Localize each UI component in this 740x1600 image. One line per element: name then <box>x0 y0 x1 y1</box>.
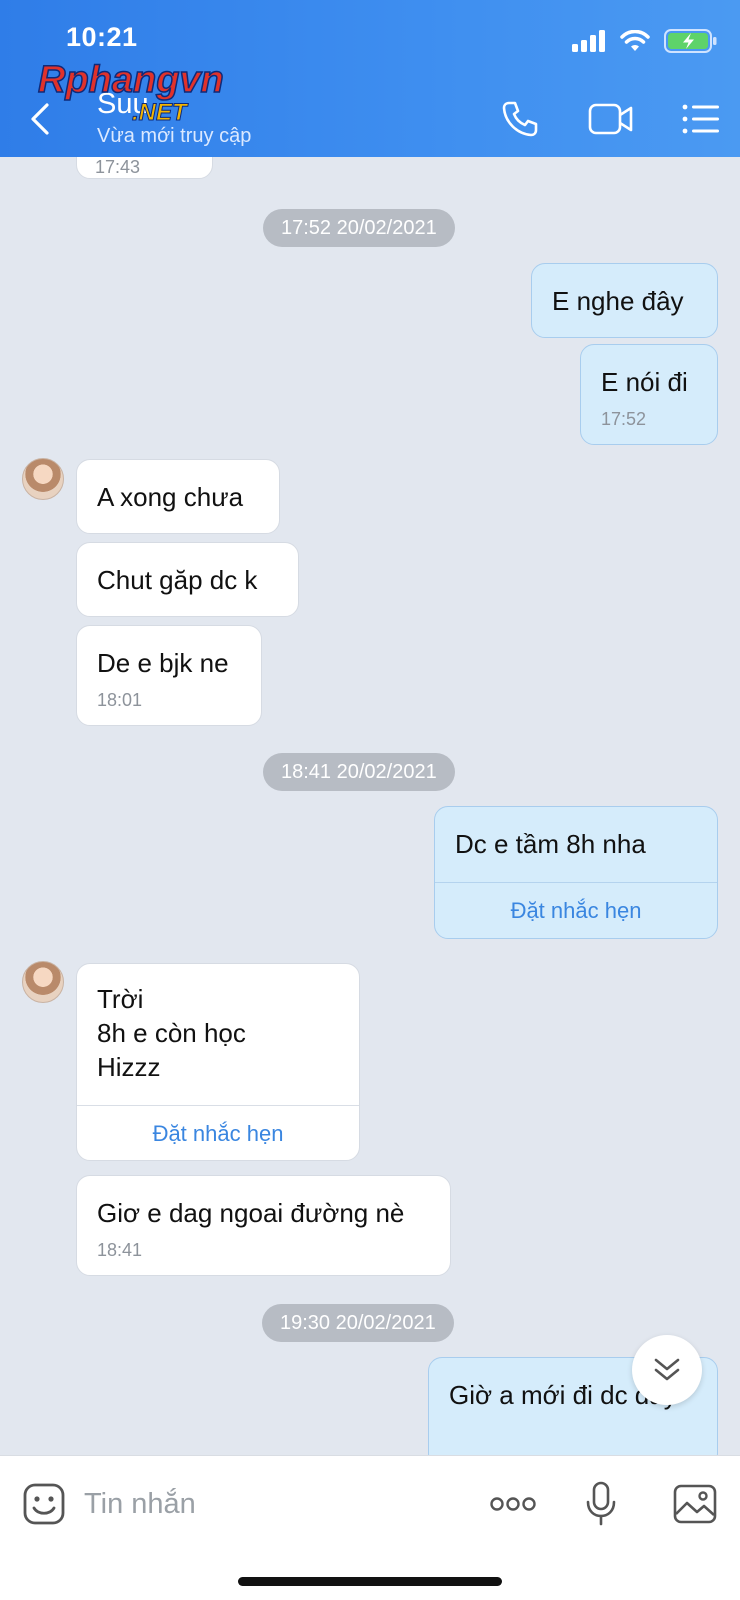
message-text: Chut găp dc k <box>97 565 258 595</box>
message-time: 18:01 <box>97 690 143 710</box>
incoming-message[interactable]: Chut găp dc k <box>76 542 299 617</box>
contact-status: Vừa mới truy cập <box>97 125 252 147</box>
outgoing-message[interactable]: E nói đi 17:52 <box>580 344 718 445</box>
more-dots-icon <box>490 1497 536 1511</box>
message-text: De e bjk ne <box>97 648 229 678</box>
svg-text:.NET: .NET <box>132 99 189 126</box>
message-bubble-partial[interactable]: 17:43 <box>76 157 213 179</box>
message-line: Hizzz <box>97 1052 161 1082</box>
chat-area[interactable]: 17:43 17:52 20/02/2021 E nghe đây E nói … <box>0 157 740 1455</box>
chat-header: 10:21 Suu Vừa mới truy cập Rphangvn .NET <box>0 0 740 157</box>
date-separator: 19:30 20/02/2021 <box>262 1304 454 1342</box>
video-call-button[interactable] <box>586 96 636 142</box>
photo-gallery-button[interactable] <box>672 1476 718 1532</box>
status-time: 10:21 <box>66 22 138 52</box>
set-reminder-link[interactable]: Đặt nhắc hẹn <box>435 882 717 938</box>
call-button[interactable] <box>496 96 544 142</box>
message-line: 8h e còn học <box>97 1018 246 1048</box>
message-text: Giơ e dag ngoai đường nè <box>97 1198 405 1228</box>
svg-text:Rphangvn: Rphangvn <box>38 59 224 101</box>
more-options-button[interactable] <box>488 1476 538 1532</box>
incoming-message[interactable]: A xong chưa <box>76 459 280 534</box>
message-line: Trời <box>97 984 144 1014</box>
outgoing-message[interactable]: Dc e tầm 8h nha Đặt nhắc hẹn <box>434 806 718 939</box>
message-time: 17:52 <box>601 409 647 429</box>
message-text: Trời 8h e còn học Hizzz <box>77 964 359 1105</box>
outgoing-message[interactable]: E nghe đây <box>531 263 718 338</box>
emoji-sticker-icon <box>23 1483 65 1525</box>
contact-avatar[interactable] <box>22 458 64 500</box>
contact-avatar[interactable] <box>22 961 64 1003</box>
double-chevron-down-icon <box>654 1358 680 1381</box>
incoming-message[interactable]: Giơ e dag ngoai đường nè 18:41 <box>76 1175 451 1276</box>
battery-charging-icon <box>664 29 717 53</box>
incoming-message[interactable]: Trời 8h e còn học Hizzz Đặt nhắc hẹn <box>76 963 360 1161</box>
phone-icon <box>502 101 538 137</box>
home-indicator[interactable] <box>238 1577 502 1586</box>
status-icons <box>572 26 718 56</box>
list-menu-icon <box>682 104 719 134</box>
message-input[interactable] <box>84 1482 464 1526</box>
message-time: 17:43 <box>95 157 141 177</box>
image-icon <box>673 1484 717 1524</box>
date-separator: 18:41 20/02/2021 <box>263 753 455 791</box>
message-time: 18:41 <box>97 1240 143 1260</box>
signal-icon <box>572 30 605 52</box>
voice-record-button[interactable] <box>582 1476 620 1532</box>
message-text: E nói đi <box>601 367 688 397</box>
date-separator: 17:52 20/02/2021 <box>263 209 455 247</box>
incoming-message[interactable]: De e bjk ne 18:01 <box>76 625 262 726</box>
microphone-icon <box>586 1481 616 1526</box>
watermark-logo: Rphangvn .NET <box>37 58 224 126</box>
scroll-to-bottom-button[interactable] <box>632 1335 702 1405</box>
menu-button[interactable] <box>678 96 724 142</box>
wifi-icon <box>620 30 650 51</box>
set-reminder-link[interactable]: Đặt nhắc hẹn <box>77 1105 359 1161</box>
message-text: E nghe đây <box>552 286 684 316</box>
message-text: A xong chưa <box>97 482 244 512</box>
video-camera-icon <box>588 103 633 135</box>
message-text: Dc e tầm 8h nha <box>455 829 646 859</box>
sticker-button[interactable] <box>20 1476 68 1532</box>
